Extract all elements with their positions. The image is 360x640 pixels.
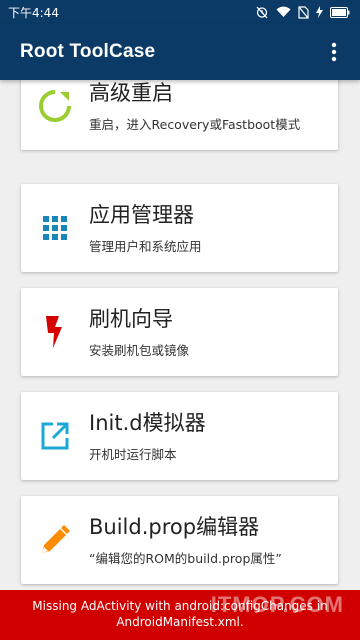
- flash-icon: [46, 316, 62, 348]
- card-subtitle: “编辑您的ROM的build.prop属性”: [89, 550, 282, 566]
- card-advanced-reboot[interactable]: 高级重启 重启，进入Recovery或Fastboot模式: [21, 80, 338, 150]
- sim-off-icon: [298, 5, 309, 19]
- open-in-new-icon: [41, 422, 69, 450]
- card-icon-wrap: [21, 525, 89, 555]
- battery-icon: [330, 6, 350, 18]
- wifi-icon: [276, 6, 291, 18]
- card-icon-wrap: [21, 215, 89, 241]
- app-bar: Root ToolCase: [0, 24, 360, 80]
- card-title: 应用管理器: [89, 202, 194, 227]
- reboot-icon: [39, 90, 71, 122]
- status-time: 下午4:44: [8, 5, 59, 20]
- card-subtitle: 重启，进入Recovery或Fastboot模式: [89, 116, 301, 132]
- card-app-manager[interactable]: 应用管理器 管理用户和系统应用: [21, 184, 338, 272]
- tool-list[interactable]: 高级重启 重启，进入Recovery或Fastboot模式 应用管理器 管理用户…: [0, 80, 360, 590]
- card-buildprop-editor[interactable]: Build.prop编辑器 “编辑您的ROM的build.prop属性”: [21, 496, 338, 584]
- alarm-off-icon: [256, 6, 268, 19]
- status-bar: 下午4:44: [0, 0, 360, 24]
- apps-grid-icon: [43, 216, 67, 240]
- app-title: Root ToolCase: [20, 41, 156, 62]
- status-icons: [255, 5, 350, 19]
- edit-pencil-icon: [42, 525, 70, 553]
- card-subtitle: 开机时运行脚本: [89, 446, 177, 462]
- card-title: Init.d模拟器: [89, 410, 206, 435]
- ad-error-text: Missing AdActivity with android:configCh…: [32, 599, 328, 629]
- card-title: 刷机向导: [89, 306, 173, 331]
- card-icon-wrap: [21, 89, 89, 123]
- card-initd-emulator[interactable]: Init.d模拟器 开机时运行脚本: [21, 392, 338, 480]
- ad-error-banner: Missing AdActivity with android:configCh…: [0, 590, 360, 640]
- overflow-menu-button[interactable]: [322, 36, 346, 68]
- more-vert-icon: [331, 42, 337, 62]
- card-icon-wrap: [21, 422, 89, 450]
- card-title: Build.prop编辑器: [89, 514, 260, 539]
- card-subtitle: 管理用户和系统应用: [89, 238, 202, 254]
- card-title: 高级重启: [89, 80, 173, 105]
- charging-icon: [316, 6, 323, 18]
- card-icon-wrap: [21, 315, 89, 349]
- card-subtitle: 安装刷机包或镜像: [89, 342, 190, 358]
- card-flash-wizard[interactable]: 刷机向导 安装刷机包或镜像: [21, 288, 338, 376]
